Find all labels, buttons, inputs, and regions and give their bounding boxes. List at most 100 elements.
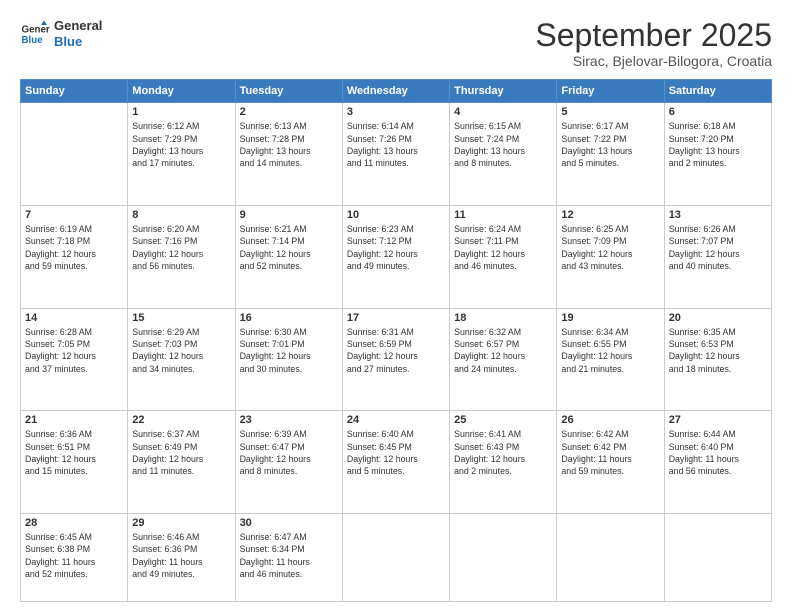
day-info: Sunrise: 6:29 AM Sunset: 7:03 PM Dayligh…: [132, 326, 230, 375]
table-row: 17 Sunrise: 6:31 AM Sunset: 6:59 PM Dayli…: [342, 308, 449, 411]
day-info: Sunrise: 6:21 AM Sunset: 7:14 PM Dayligh…: [240, 223, 338, 272]
table-row: 20Sunrise: 6:35 AM Sunset: 6:53 PM Dayli…: [664, 308, 771, 411]
col-wednesday: Wednesday: [342, 80, 449, 103]
day-number: 15: [132, 312, 230, 324]
table-row: 24 Sunrise: 6:40 AM Sunset: 6:45 PM Dayli…: [342, 411, 449, 514]
table-row: [342, 514, 449, 602]
table-row: [664, 514, 771, 602]
day-info: Sunrise: 6:25 AM Sunset: 7:09 PM Dayligh…: [561, 223, 659, 272]
table-row: 16 Sunrise: 6:30 AM Sunset: 7:01 PM Dayli…: [235, 308, 342, 411]
day-number: 17: [347, 312, 445, 324]
day-info: Sunrise: 6:28 AM Sunset: 7:05 PM Dayligh…: [25, 326, 123, 375]
table-row: 27 Sunrise: 6:44 AM Sunset: 6:40 PM Dayli…: [664, 411, 771, 514]
table-row: 11Sunrise: 6:24 AM Sunset: 7:11 PM Dayli…: [450, 205, 557, 308]
calendar-week-row: 7 Sunrise: 6:19 AM Sunset: 7:18 PM Daylig…: [21, 205, 772, 308]
table-row: 9 Sunrise: 6:21 AM Sunset: 7:14 PM Daylig…: [235, 205, 342, 308]
day-info: Sunrise: 6:46 AM Sunset: 6:36 PM Dayligh…: [132, 531, 230, 580]
col-sunday: Sunday: [21, 80, 128, 103]
day-number: 21: [25, 414, 123, 426]
day-info: Sunrise: 6:41 AM Sunset: 6:43 PM Dayligh…: [454, 428, 552, 477]
day-number: 24: [347, 414, 445, 426]
day-number: 5: [561, 106, 659, 118]
day-info: Sunrise: 6:39 AM Sunset: 6:47 PM Dayligh…: [240, 428, 338, 477]
table-row: 28Sunrise: 6:45 AM Sunset: 6:38 PM Dayli…: [21, 514, 128, 602]
day-info: Sunrise: 6:18 AM Sunset: 7:20 PM Dayligh…: [669, 120, 767, 169]
table-row: 3Sunrise: 6:14 AM Sunset: 7:26 PM Daylig…: [342, 103, 449, 206]
title-block: September 2025 Sirac, Bjelovar-Bilogora,…: [535, 18, 772, 69]
table-row: 22Sunrise: 6:37 AM Sunset: 6:49 PM Dayli…: [128, 411, 235, 514]
logo-icon: General Blue: [20, 19, 50, 49]
col-tuesday: Tuesday: [235, 80, 342, 103]
day-number: 4: [454, 106, 552, 118]
table-row: 6 Sunrise: 6:18 AM Sunset: 7:20 PM Daylig…: [664, 103, 771, 206]
table-row: 23 Sunrise: 6:39 AM Sunset: 6:47 PM Dayli…: [235, 411, 342, 514]
day-number: 28: [25, 517, 123, 529]
page: General Blue General Blue September 2025…: [0, 0, 792, 612]
day-info: Sunrise: 6:15 AM Sunset: 7:24 PM Dayligh…: [454, 120, 552, 169]
logo: General Blue General Blue: [20, 18, 102, 49]
table-row: 26Sunrise: 6:42 AM Sunset: 6:42 PM Dayli…: [557, 411, 664, 514]
calendar-week-row: 1Sunrise: 6:12 AM Sunset: 7:29 PM Daylig…: [21, 103, 772, 206]
calendar-header-row: Sunday Monday Tuesday Wednesday Thursday…: [21, 80, 772, 103]
calendar-week-row: 21 Sunrise: 6:36 AM Sunset: 6:51 PM Dayli…: [21, 411, 772, 514]
day-info: Sunrise: 6:19 AM Sunset: 7:18 PM Dayligh…: [25, 223, 123, 272]
calendar-week-row: 28Sunrise: 6:45 AM Sunset: 6:38 PM Dayli…: [21, 514, 772, 602]
day-number: 25: [454, 414, 552, 426]
day-number: 26: [561, 414, 659, 426]
day-number: 20: [669, 312, 767, 324]
table-row: 1Sunrise: 6:12 AM Sunset: 7:29 PM Daylig…: [128, 103, 235, 206]
day-number: 19: [561, 312, 659, 324]
day-info: Sunrise: 6:17 AM Sunset: 7:22 PM Dayligh…: [561, 120, 659, 169]
table-row: 25 Sunrise: 6:41 AM Sunset: 6:43 PM Dayli…: [450, 411, 557, 514]
day-number: 27: [669, 414, 767, 426]
day-info: Sunrise: 6:20 AM Sunset: 7:16 PM Dayligh…: [132, 223, 230, 272]
day-info: Sunrise: 6:23 AM Sunset: 7:12 PM Dayligh…: [347, 223, 445, 272]
day-info: Sunrise: 6:44 AM Sunset: 6:40 PM Dayligh…: [669, 428, 767, 477]
logo-blue-text: Blue: [54, 34, 102, 50]
day-number: 8: [132, 209, 230, 221]
day-number: 10: [347, 209, 445, 221]
day-number: 18: [454, 312, 552, 324]
col-friday: Friday: [557, 80, 664, 103]
day-number: 16: [240, 312, 338, 324]
table-row: 12Sunrise: 6:25 AM Sunset: 7:09 PM Dayli…: [557, 205, 664, 308]
table-row: 4 Sunrise: 6:15 AM Sunset: 7:24 PM Daylig…: [450, 103, 557, 206]
day-number: 29: [132, 517, 230, 529]
month-title: September 2025: [535, 18, 772, 53]
table-row: 13 Sunrise: 6:26 AM Sunset: 7:07 PM Dayli…: [664, 205, 771, 308]
table-row: 2 Sunrise: 6:13 AM Sunset: 7:28 PM Daylig…: [235, 103, 342, 206]
svg-text:Blue: Blue: [22, 35, 44, 46]
day-number: 2: [240, 106, 338, 118]
table-row: 10 Sunrise: 6:23 AM Sunset: 7:12 PM Dayli…: [342, 205, 449, 308]
table-row: 15 Sunrise: 6:29 AM Sunset: 7:03 PM Dayli…: [128, 308, 235, 411]
col-thursday: Thursday: [450, 80, 557, 103]
calendar-table: Sunday Monday Tuesday Wednesday Thursday…: [20, 79, 772, 602]
day-info: Sunrise: 6:26 AM Sunset: 7:07 PM Dayligh…: [669, 223, 767, 272]
table-row: 19 Sunrise: 6:34 AM Sunset: 6:55 PM Dayli…: [557, 308, 664, 411]
day-info: Sunrise: 6:40 AM Sunset: 6:45 PM Dayligh…: [347, 428, 445, 477]
day-number: 7: [25, 209, 123, 221]
day-number: 13: [669, 209, 767, 221]
day-number: 11: [454, 209, 552, 221]
calendar-week-row: 14 Sunrise: 6:28 AM Sunset: 7:05 PM Dayli…: [21, 308, 772, 411]
table-row: 5 Sunrise: 6:17 AM Sunset: 7:22 PM Daylig…: [557, 103, 664, 206]
day-number: 23: [240, 414, 338, 426]
table-row: 8 Sunrise: 6:20 AM Sunset: 7:16 PM Daylig…: [128, 205, 235, 308]
day-info: Sunrise: 6:13 AM Sunset: 7:28 PM Dayligh…: [240, 120, 338, 169]
table-row: [21, 103, 128, 206]
day-number: 14: [25, 312, 123, 324]
location: Sirac, Bjelovar-Bilogora, Croatia: [535, 53, 772, 69]
header: General Blue General Blue September 2025…: [20, 18, 772, 69]
day-number: 6: [669, 106, 767, 118]
day-info: Sunrise: 6:12 AM Sunset: 7:29 PM Dayligh…: [132, 120, 230, 169]
day-info: Sunrise: 6:36 AM Sunset: 6:51 PM Dayligh…: [25, 428, 123, 477]
day-info: Sunrise: 6:30 AM Sunset: 7:01 PM Dayligh…: [240, 326, 338, 375]
table-row: 7 Sunrise: 6:19 AM Sunset: 7:18 PM Daylig…: [21, 205, 128, 308]
day-info: Sunrise: 6:31 AM Sunset: 6:59 PM Dayligh…: [347, 326, 445, 375]
day-number: 9: [240, 209, 338, 221]
day-number: 22: [132, 414, 230, 426]
day-info: Sunrise: 6:14 AM Sunset: 7:26 PM Dayligh…: [347, 120, 445, 169]
table-row: [450, 514, 557, 602]
day-number: 30: [240, 517, 338, 529]
day-info: Sunrise: 6:34 AM Sunset: 6:55 PM Dayligh…: [561, 326, 659, 375]
